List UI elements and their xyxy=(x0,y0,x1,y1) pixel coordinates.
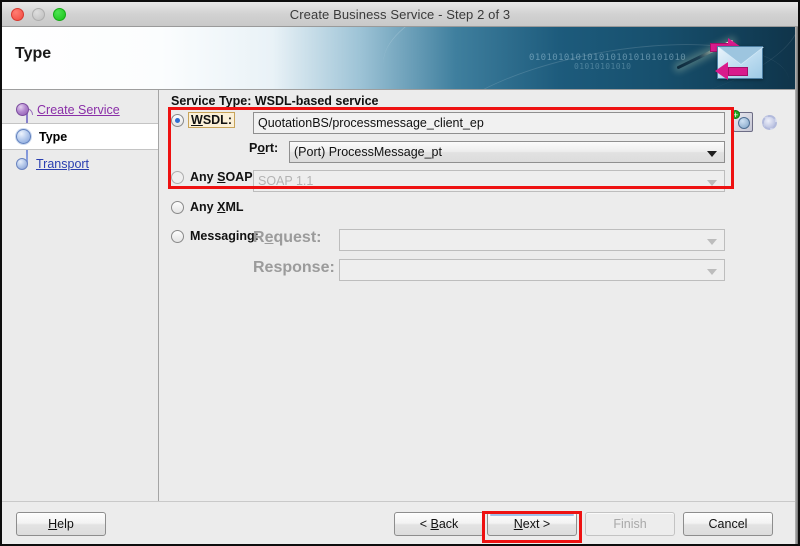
soap-version-value: SOAP 1.1 xyxy=(258,174,314,188)
chevron-down-icon xyxy=(707,239,717,245)
any-soap-label: Any SOAP: xyxy=(190,170,257,184)
wizard-steps-sidebar: Create Service Type Transport xyxy=(2,90,159,501)
globe-glyph xyxy=(738,117,750,129)
request-label: Request: xyxy=(253,229,322,246)
sidebar-item-label: Create Service xyxy=(37,102,120,117)
response-dropdown xyxy=(339,259,725,281)
any-soap-row: Any SOAP: xyxy=(171,170,257,184)
wsdl-radio[interactable] xyxy=(171,113,184,127)
window-titlebar: Create Business Service - Step 2 of 3 xyxy=(2,2,798,27)
page-title: Type xyxy=(15,45,52,62)
dialog-body: Create Service Type Transport Service Ty… xyxy=(2,90,798,501)
arrow-left-head-icon xyxy=(715,62,728,80)
gear-icon[interactable] xyxy=(762,115,777,130)
help-button-label: Help xyxy=(48,517,74,531)
messaging-label: Messaging: xyxy=(190,229,259,243)
dialog-footer: Help < Back Next > Finish Cancel xyxy=(2,501,798,544)
type-form-panel: Service Type: WSDL-based service WSDL: Q… xyxy=(159,90,798,501)
browse-wsdl-icon[interactable]: + xyxy=(731,110,753,132)
window-right-edge xyxy=(795,27,798,544)
messaging-row: Messaging: xyxy=(171,229,259,243)
finish-button: Finish xyxy=(585,512,675,536)
minimize-button[interactable] xyxy=(32,7,45,21)
wsdl-row: WSDL: xyxy=(171,112,235,128)
sidebar-item-type[interactable]: Type xyxy=(2,123,158,150)
next-button[interactable]: Next > xyxy=(487,512,577,536)
chevron-down-icon xyxy=(707,180,717,186)
back-button[interactable]: < Back xyxy=(394,512,484,536)
any-xml-label: Any XML xyxy=(190,200,244,214)
any-xml-row: Any XML xyxy=(171,200,244,214)
create-business-service-dialog: Create Business Service - Step 2 of 3 Ty… xyxy=(0,0,800,546)
window-controls xyxy=(2,7,66,21)
chevron-down-icon xyxy=(707,269,717,275)
wsdl-input[interactable]: QuotationBS/processmessage_client_ep xyxy=(253,112,725,134)
wizard-banner: Type 010101010101010101010101010 0101010… xyxy=(2,27,798,90)
step-node-icon xyxy=(16,157,28,170)
sidebar-item-create-service[interactable]: Create Service xyxy=(2,96,158,123)
any-soap-radio[interactable] xyxy=(171,170,184,184)
zoom-button[interactable] xyxy=(53,7,66,21)
request-dropdown xyxy=(339,229,725,251)
port-dropdown-value: (Port) ProcessMessage_pt xyxy=(294,145,442,159)
request-label-wrap: Request: xyxy=(253,229,321,247)
soap-version-dropdown: SOAP 1.1 xyxy=(253,170,725,192)
response-label-wrap: Response: xyxy=(253,259,335,277)
messaging-radio[interactable] xyxy=(171,229,184,243)
window-title: Create Business Service - Step 2 of 3 xyxy=(289,6,511,22)
close-button[interactable] xyxy=(11,7,24,21)
sidebar-item-label: Transport xyxy=(36,156,90,171)
cancel-button-label: Cancel xyxy=(708,517,748,531)
chevron-down-icon xyxy=(707,151,717,157)
port-label: Port: xyxy=(249,141,279,155)
port-dropdown[interactable]: (Port) ProcessMessage_pt xyxy=(289,141,725,163)
cancel-button[interactable]: Cancel xyxy=(683,512,773,536)
plus-badge-icon: + xyxy=(731,110,740,120)
back-button-label: < Back xyxy=(419,517,459,531)
next-button-label: Next > xyxy=(513,517,551,531)
sidebar-item-label: Type xyxy=(39,129,68,144)
port-row: Port: xyxy=(249,141,278,155)
finish-button-label: Finish xyxy=(613,517,647,531)
banner-binary-text-2: 01010101010 xyxy=(574,62,632,71)
help-button[interactable]: Help xyxy=(16,512,106,536)
any-xml-radio[interactable] xyxy=(171,200,184,214)
service-type-heading: Service Type: WSDL-based service xyxy=(171,94,379,108)
step-node-icon xyxy=(16,103,29,116)
wsdl-label: WSDL: xyxy=(188,112,235,128)
sidebar-item-transport[interactable]: Transport xyxy=(2,150,158,177)
arrow-left-icon xyxy=(728,67,748,76)
step-node-current-icon xyxy=(16,129,31,144)
response-label: Response: xyxy=(253,259,335,276)
